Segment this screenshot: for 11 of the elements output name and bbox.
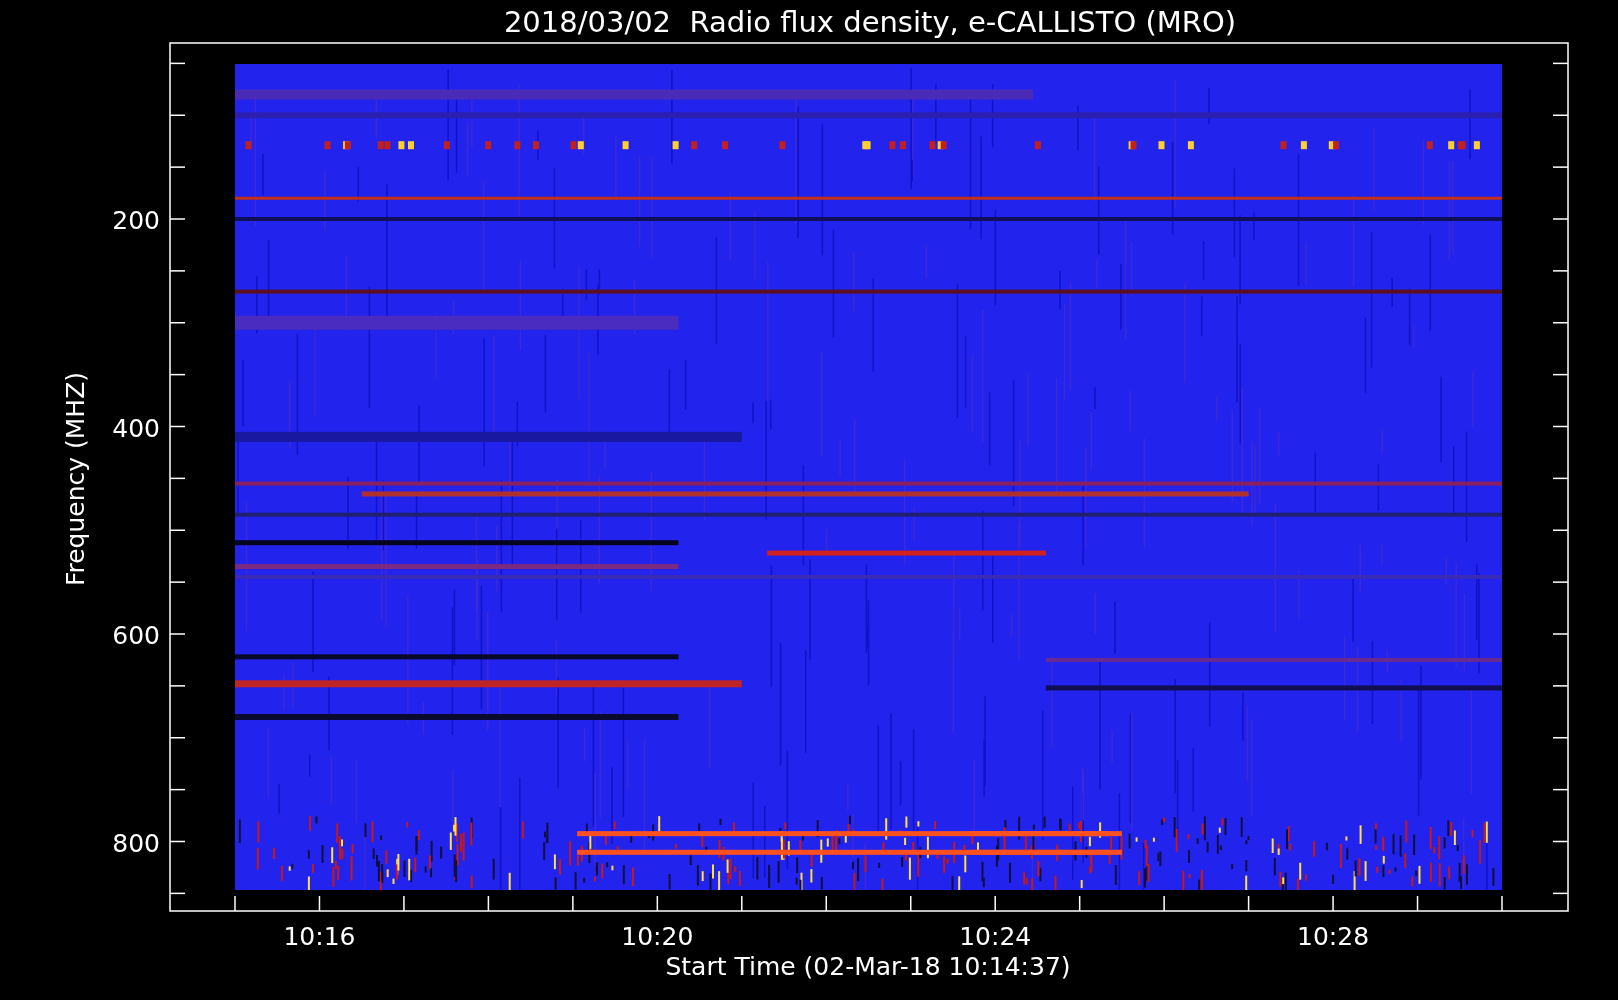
x-tick-label: 10:28	[1297, 922, 1370, 951]
plot-title: 2018/03/02 Radio flux density, e-CALLISTO (MRO)	[503, 5, 1237, 39]
y-axis-label: Frequency (MHZ)	[61, 371, 90, 587]
y-tick-label: 800	[112, 828, 160, 858]
y-tick-label: 200	[112, 206, 160, 235]
y-tick-label: 600	[112, 621, 160, 650]
x-tick-label: 10:20	[621, 922, 694, 951]
x-axis-label: Start Time (02-Mar-18 10:14:37)	[665, 952, 1071, 981]
x-tick-label: 10:24	[959, 922, 1032, 951]
y-tick-label: 400	[112, 413, 160, 443]
x-tick-label: 10:16	[283, 922, 356, 951]
